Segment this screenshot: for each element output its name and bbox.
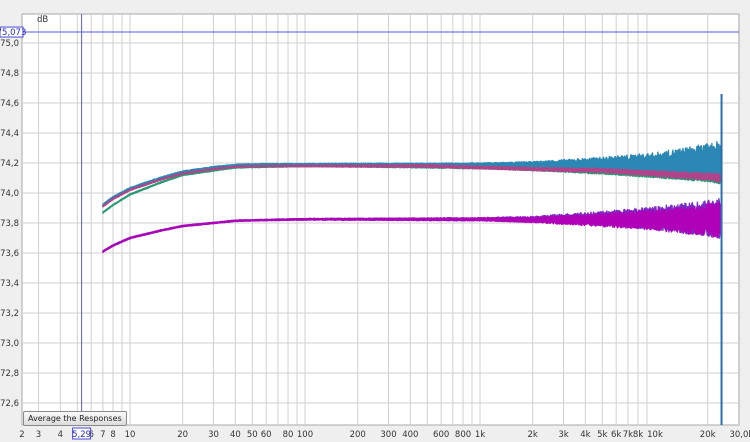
y-tick-label: 74,0 (0, 189, 19, 199)
x-tick-label: 200 (350, 430, 366, 440)
cursor-x-readout: 5,29 (72, 430, 91, 440)
x-tick-label: 1k (475, 430, 485, 440)
y-tick-label: 74,6 (0, 99, 19, 109)
frequency-response-chart[interactable]: dB 75,0 74,8 74,6 74,4 74,2 74,0 73,8 73,6 73,4 7… (0, 0, 750, 442)
y-axis-label: dB (37, 15, 48, 25)
x-tick-label: 20 (177, 430, 188, 440)
x-tick-label: 600 (433, 430, 449, 440)
x-tick-label: 300 (380, 430, 396, 440)
x-tick-label: 3k (558, 430, 568, 440)
x-tick-label: 80 (283, 430, 294, 440)
x-tick-label: 2k (528, 430, 538, 440)
y-tick-label: 74,4 (0, 129, 19, 139)
y-tick-label: 72,6 (0, 399, 19, 409)
x-tick-label: 4k (580, 430, 590, 440)
x-tick-label: 8k (633, 430, 643, 440)
x-tick-label: 7 (100, 430, 105, 440)
x-tick-label: 7k (623, 430, 633, 440)
x-tick-label: 4 (58, 430, 63, 440)
x-tick-label: 30,0k Hz (729, 430, 750, 440)
x-tick-label: 5k (597, 430, 607, 440)
x-tick-label: 8 (110, 430, 115, 440)
y-tick-label: 73,0 (0, 339, 19, 349)
y-tick-label: 73,4 (0, 279, 19, 289)
x-tick-label: 50 (247, 430, 258, 440)
y-tick-label: 73,6 (0, 249, 19, 259)
x-tick-label: 3 (36, 430, 41, 440)
x-tick-label: 400 (402, 430, 418, 440)
y-tick-label: 74,2 (0, 159, 19, 169)
x-tick-label: 6k (611, 430, 621, 440)
x-tick-label: 10 (125, 430, 136, 440)
y-tick-label: 72,8 (0, 369, 19, 379)
average-responses-button[interactable]: Average the Responses (23, 411, 127, 426)
x-tick-label: 10k (647, 430, 663, 440)
y-tick-label: 73,8 (0, 219, 19, 229)
x-tick-label: 40 (230, 430, 241, 440)
y-tick-label: 73,2 (0, 309, 19, 319)
x-tick-label: 30 (208, 430, 219, 440)
x-tick-label: 60 (261, 430, 272, 440)
y-tick-label: 75,0 (0, 39, 19, 49)
x-axis: 2 3 4 6 7 8 10 20 30 40 50 60 80 100 200 300 400 600 800 1k… (19, 430, 750, 440)
cursor-y-readout: 75,073 (0, 28, 26, 38)
x-tick-label: 100 (297, 430, 313, 440)
x-tick-label: 20k (700, 430, 716, 440)
x-tick-label: 2 (19, 430, 24, 440)
x-tick-label: 800 (455, 430, 471, 440)
y-tick-label: 74,8 (0, 69, 19, 79)
